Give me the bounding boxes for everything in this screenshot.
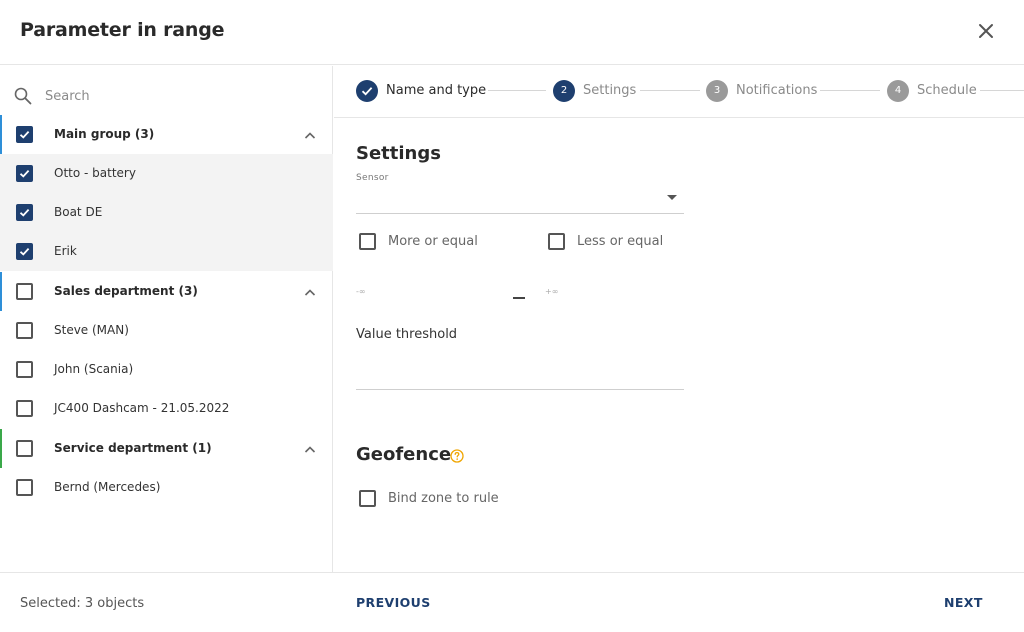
step-label: Name and type: [386, 83, 487, 98]
item-label: Bernd (Mercedes): [54, 480, 161, 494]
sensor-label: Sensor: [356, 173, 389, 183]
range-separator: [513, 297, 525, 299]
group-color-bar: [0, 429, 2, 468]
group-label: Main group (3): [54, 127, 155, 141]
dialog-header: Parameter in range: [0, 0, 1024, 65]
item-checkbox[interactable]: [16, 322, 33, 339]
item-checkbox[interactable]: [16, 165, 33, 182]
geofence-title: Geofence: [356, 444, 452, 465]
tree-group-sales[interactable]: Sales department (3): [0, 272, 333, 311]
tree-item[interactable]: Boat DE: [0, 193, 333, 232]
dropdown-arrow-icon[interactable]: [667, 195, 677, 200]
step-number: 4: [887, 80, 909, 102]
range-max-input[interactable]: [545, 281, 685, 301]
chevron-up-icon[interactable]: [303, 442, 317, 456]
sensor-select[interactable]: [356, 184, 684, 214]
tree-group-service[interactable]: Service department (1): [0, 429, 333, 468]
checkbox-box[interactable]: [359, 233, 376, 250]
range-min-input[interactable]: [356, 281, 496, 301]
step-number: 2: [553, 80, 575, 102]
bind-zone-label: Bind zone to rule: [388, 491, 499, 506]
item-label: JC400 Dashcam - 21.05.2022: [54, 401, 230, 415]
item-label: Steve (MAN): [54, 323, 129, 337]
tree-item[interactable]: JC400 Dashcam - 21.05.2022: [0, 389, 333, 428]
step-number: 3: [706, 80, 728, 102]
help-icon[interactable]: [450, 448, 464, 463]
item-label: Erik: [54, 244, 77, 258]
tree-item[interactable]: Erik: [0, 232, 333, 271]
stepper: Name and type 2 Settings 3 Notifications…: [334, 66, 1024, 118]
tree-item[interactable]: Steve (MAN): [0, 311, 333, 350]
step-connector: [488, 90, 546, 91]
group-checkbox[interactable]: [16, 440, 33, 457]
dialog-footer: Selected: 3 objects PREVIOUS NEXT: [0, 572, 1024, 632]
item-checkbox[interactable]: [16, 479, 33, 496]
settings-title: Settings: [356, 143, 441, 164]
tree-item[interactable]: Bernd (Mercedes): [0, 468, 333, 507]
item-label: Otto - battery: [54, 166, 136, 180]
step-connector: [820, 90, 880, 91]
close-icon[interactable]: [974, 19, 998, 43]
checkbox-box[interactable]: [359, 490, 376, 507]
item-label: Boat DE: [54, 205, 103, 219]
search-box: [0, 76, 333, 116]
group-checkbox[interactable]: [16, 126, 33, 143]
group-label: Sales department (3): [54, 284, 198, 298]
item-checkbox[interactable]: [16, 204, 33, 221]
selection-status: Selected: 3 objects: [20, 596, 145, 611]
search-input[interactable]: [45, 85, 305, 107]
previous-button[interactable]: PREVIOUS: [356, 595, 431, 610]
item-checkbox[interactable]: [16, 400, 33, 417]
value-threshold-input[interactable]: [356, 356, 684, 390]
chevron-up-icon[interactable]: [303, 128, 317, 142]
tree-group-main[interactable]: Main group (3): [0, 115, 333, 154]
checkbox-box[interactable]: [548, 233, 565, 250]
item-checkbox[interactable]: [16, 243, 33, 260]
item-label: John (Scania): [54, 362, 134, 376]
group-label: Service department (1): [54, 441, 212, 455]
step-label: Schedule: [917, 83, 977, 98]
next-button[interactable]: NEXT: [944, 595, 983, 610]
wizard-panel: Name and type 2 Settings 3 Notifications…: [334, 66, 1024, 572]
step-connector: [640, 90, 700, 91]
step-label: Notifications: [736, 83, 818, 98]
more-or-equal-label: More or equal: [388, 234, 478, 249]
group-color-bar: [0, 115, 2, 154]
step-connector: [980, 90, 1024, 91]
objects-panel: Main group (3) Otto - battery Boat DE Er…: [0, 66, 333, 572]
tree-item[interactable]: John (Scania): [0, 350, 333, 389]
item-checkbox[interactable]: [16, 361, 33, 378]
group-color-bar: [0, 272, 2, 311]
group-checkbox[interactable]: [16, 283, 33, 300]
step-label: Settings: [583, 83, 637, 98]
value-threshold-label: Value threshold: [356, 327, 458, 342]
less-or-equal-label: Less or equal: [577, 234, 664, 249]
dialog-title: Parameter in range: [20, 19, 225, 41]
tree-item[interactable]: Otto - battery: [0, 154, 333, 193]
chevron-up-icon[interactable]: [303, 285, 317, 299]
search-icon: [14, 87, 32, 105]
check-icon: [356, 80, 378, 102]
